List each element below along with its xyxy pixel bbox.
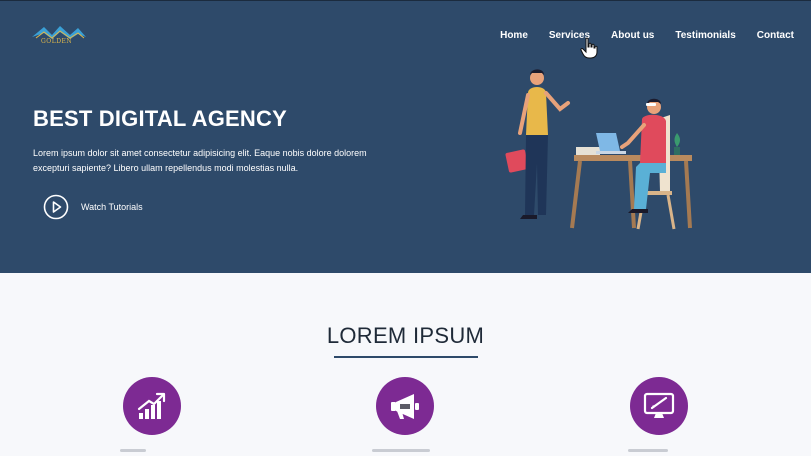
office-illustration (505, 69, 692, 230)
section-title: LOREM IPSUM (326, 323, 485, 348)
logo-text: GOLDEN (41, 38, 73, 45)
hand-cursor-icon (580, 37, 598, 59)
hero-section: GOLDEN Home Services About us Testimonia… (0, 0, 811, 273)
main-nav: Home Services About us Testimonials Cont… (479, 30, 794, 41)
nav-item-contact[interactable]: Contact (757, 30, 794, 41)
section-title-underline (334, 356, 478, 358)
watch-tutorials-button[interactable]: Watch Tutorials (43, 194, 143, 220)
service-card-title-stub (372, 449, 430, 452)
service-card-design[interactable] (630, 377, 688, 435)
play-icon (43, 194, 69, 220)
nav-item-home[interactable]: Home (500, 30, 528, 41)
hero-text: Lorem ipsum dolor sit amet consectetur a… (33, 148, 367, 173)
megaphone-icon (391, 394, 419, 419)
nav-item-about-us[interactable]: About us (611, 30, 654, 41)
service-card-title-stub (628, 449, 668, 452)
growth-chart-icon (137, 392, 166, 419)
logo-icon[interactable] (30, 23, 88, 49)
nav-item-testimonials[interactable]: Testimonials (675, 30, 735, 41)
service-card-marketing[interactable] (376, 377, 434, 435)
hero-title: BEST DIGITAL AGENCY (33, 106, 287, 131)
service-card-growth[interactable] (123, 377, 181, 435)
design-monitor-icon (643, 392, 675, 418)
watch-tutorials-label: Watch Tutorials (81, 202, 143, 212)
service-card-title-stub (120, 449, 146, 452)
